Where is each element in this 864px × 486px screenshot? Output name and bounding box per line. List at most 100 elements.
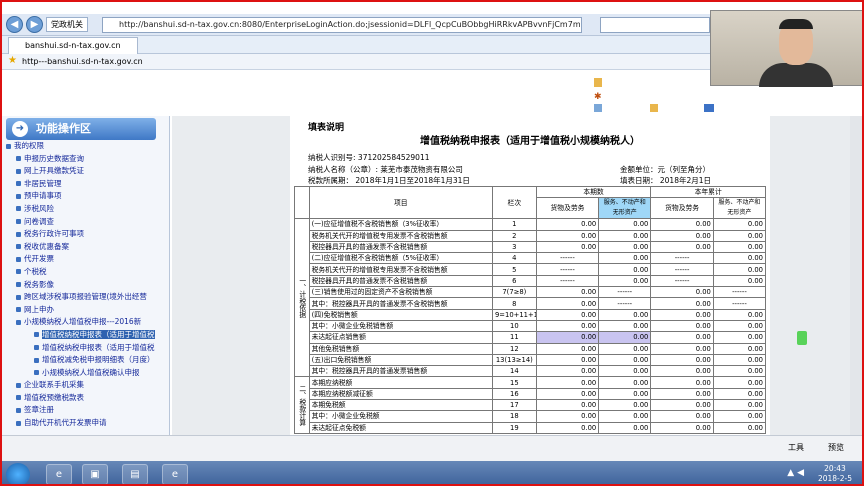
amount-cell[interactable]: 0.00 [650, 229, 714, 242]
tree-item[interactable]: 增值税预缴税款表 [6, 392, 164, 405]
user-icon[interactable] [594, 104, 602, 112]
tree-item[interactable]: 自助代开机代开发票申请 [6, 417, 164, 430]
amount-cell[interactable]: 0.00 [598, 365, 652, 378]
amount-cell[interactable]: 0.00 [598, 252, 652, 265]
amount-cell[interactable]: 0.00 [712, 365, 767, 378]
amount-cell[interactable]: 0.00 [535, 421, 600, 434]
amount-cell[interactable]: 0.00 [712, 252, 767, 265]
tree-item[interactable]: 网上开具缴款凭证 [6, 165, 164, 178]
amount-cell[interactable]: 0.00 [598, 308, 652, 321]
network-icon[interactable]: ▲ [787, 468, 794, 478]
clock[interactable]: 20:43 2018-2-5 [818, 464, 852, 484]
tools-button[interactable]: 工具 [788, 440, 804, 456]
amount-cell[interactable]: 0.00 [712, 376, 767, 389]
site-tag[interactable]: 党政机关 [46, 17, 88, 32]
amount-cell[interactable]: 0.00 [650, 421, 714, 434]
amount-cell[interactable]: 0.00 [598, 399, 652, 412]
amount-cell[interactable]: 0.00 [650, 308, 714, 321]
favorite-link[interactable]: http---banshui.sd-n-tax.gov.cn [22, 55, 143, 69]
forward-arrow-icon[interactable]: ▶ [26, 16, 43, 33]
preview-button[interactable]: 预览 [828, 440, 844, 456]
amount-cell[interactable]: 0.00 [535, 297, 600, 310]
tree-item[interactable]: 跨区域涉税事项报验管理(境外出经营 [6, 291, 164, 304]
tree-item[interactable]: 问卷调查 [6, 216, 164, 229]
search-input[interactable] [600, 17, 710, 33]
amount-cell[interactable]: 0.00 [535, 387, 600, 401]
monitor-icon[interactable] [704, 104, 714, 112]
tab-banshui[interactable]: banshui.sd-n-tax.gov.cn [8, 37, 138, 54]
ie-icon[interactable]: e [162, 464, 188, 484]
tree-item[interactable]: 税务行政许可事项 [6, 228, 164, 241]
url-input[interactable]: http://banshui.sd-n-tax.gov.cn:8080/Ente… [102, 17, 582, 33]
amount-cell[interactable]: 0.00 [535, 376, 600, 389]
amount-cell[interactable]: 0.00 [650, 376, 714, 389]
tree-item-selected[interactable]: 增值税纳税申报表（适用于增值税 [6, 329, 164, 342]
folder-icon[interactable] [650, 104, 658, 112]
amount-cell[interactable]: 0.00 [712, 218, 767, 231]
amount-cell[interactable]: 0.00 [535, 229, 600, 242]
amount-cell[interactable]: 0.00 [650, 365, 714, 378]
browser-icon[interactable]: e [46, 464, 72, 484]
store-icon[interactable]: ▣ [82, 464, 108, 484]
tree-item[interactable]: 企业联系手机采集 [6, 379, 164, 392]
star-icon[interactable]: ★ [8, 55, 17, 66]
amount-cell[interactable]: 0.00 [712, 387, 767, 401]
amount-cell[interactable]: 0.00 [598, 376, 652, 389]
amount-cell[interactable]: 0.00 [712, 410, 767, 423]
amount-cell[interactable]: 0.00 [535, 286, 600, 299]
amount-cell[interactable]: 0.00 [598, 353, 652, 367]
tree-item[interactable]: 签章注册 [6, 404, 164, 417]
volume-icon[interactable]: ◀ [797, 468, 804, 478]
amount-cell[interactable]: 0.00 [598, 331, 652, 344]
amount-cell[interactable]: 0.00 [650, 399, 714, 412]
document-icon[interactable] [594, 78, 602, 87]
amount-cell[interactable]: 0.00 [650, 410, 714, 423]
amount-cell[interactable]: 0.00 [598, 319, 652, 333]
amount-cell[interactable]: 0.00 [712, 353, 767, 367]
tree-item[interactable]: 个税税 [6, 266, 164, 279]
tree-item-root[interactable]: 我的权限 [6, 140, 164, 153]
amount-cell[interactable]: 0.00 [650, 331, 714, 344]
amount-cell[interactable]: 0.00 [535, 308, 600, 321]
tree-item[interactable]: 预申请事项 [6, 190, 164, 203]
tree-item[interactable]: 增值税减免税申报明细表（月度） [6, 354, 164, 367]
amount-cell[interactable]: 0.00 [712, 263, 767, 276]
amount-cell[interactable]: 0.00 [535, 399, 600, 412]
tree-item[interactable]: 非居民管理 [6, 178, 164, 191]
amount-cell[interactable]: 0.00 [535, 331, 600, 344]
amount-cell[interactable]: 0.00 [650, 240, 714, 254]
tree-item[interactable]: 代开发票 [6, 253, 164, 266]
tree-item[interactable]: 税收优惠备案 [6, 241, 164, 254]
presentation-icon[interactable]: ▤ [122, 464, 148, 484]
amount-cell[interactable]: 0.00 [650, 286, 714, 299]
settings-icon[interactable]: ✱ [594, 92, 602, 102]
amount-cell[interactable]: 0.00 [712, 274, 767, 288]
amount-cell[interactable]: 0.00 [598, 229, 652, 242]
amount-cell[interactable]: 0.00 [598, 274, 652, 288]
amount-cell[interactable]: 0.00 [535, 240, 600, 254]
tree-item[interactable]: 税务影像 [6, 279, 164, 292]
start-button[interactable] [6, 463, 30, 484]
amount-cell[interactable]: 0.00 [650, 353, 714, 367]
tree-item[interactable]: 小规模纳税人增值税确认申报 [6, 367, 164, 380]
amount-cell[interactable]: 0.00 [712, 331, 767, 344]
amount-cell[interactable]: 0.00 [712, 319, 767, 333]
amount-cell[interactable]: 0.00 [650, 342, 714, 355]
amount-cell[interactable]: 0.00 [598, 342, 652, 355]
amount-cell[interactable]: 0.00 [598, 263, 652, 276]
amount-cell[interactable]: 0.00 [598, 410, 652, 423]
amount-cell[interactable]: 0.00 [712, 342, 767, 355]
amount-cell[interactable]: 0.00 [712, 240, 767, 254]
amount-cell[interactable]: 0.00 [535, 410, 600, 423]
tree-item[interactable]: 申报历史数据查询 [6, 153, 164, 166]
tree-item[interactable]: 小规模纳税人增值税申报---2016新 [6, 316, 164, 329]
tree-item[interactable]: 增值税纳税申报表（适用于增值税 [6, 342, 164, 355]
amount-cell[interactable]: 0.00 [712, 421, 767, 434]
amount-cell[interactable]: 0.00 [535, 218, 600, 231]
back-arrow-icon[interactable]: ◀ [6, 16, 23, 33]
amount-cell[interactable]: 0.00 [598, 421, 652, 434]
amount-cell[interactable]: 0.00 [650, 387, 714, 401]
amount-cell[interactable]: 0.00 [712, 308, 767, 321]
amount-cell[interactable]: 0.00 [598, 240, 652, 254]
amount-cell[interactable]: 0.00 [650, 218, 714, 231]
